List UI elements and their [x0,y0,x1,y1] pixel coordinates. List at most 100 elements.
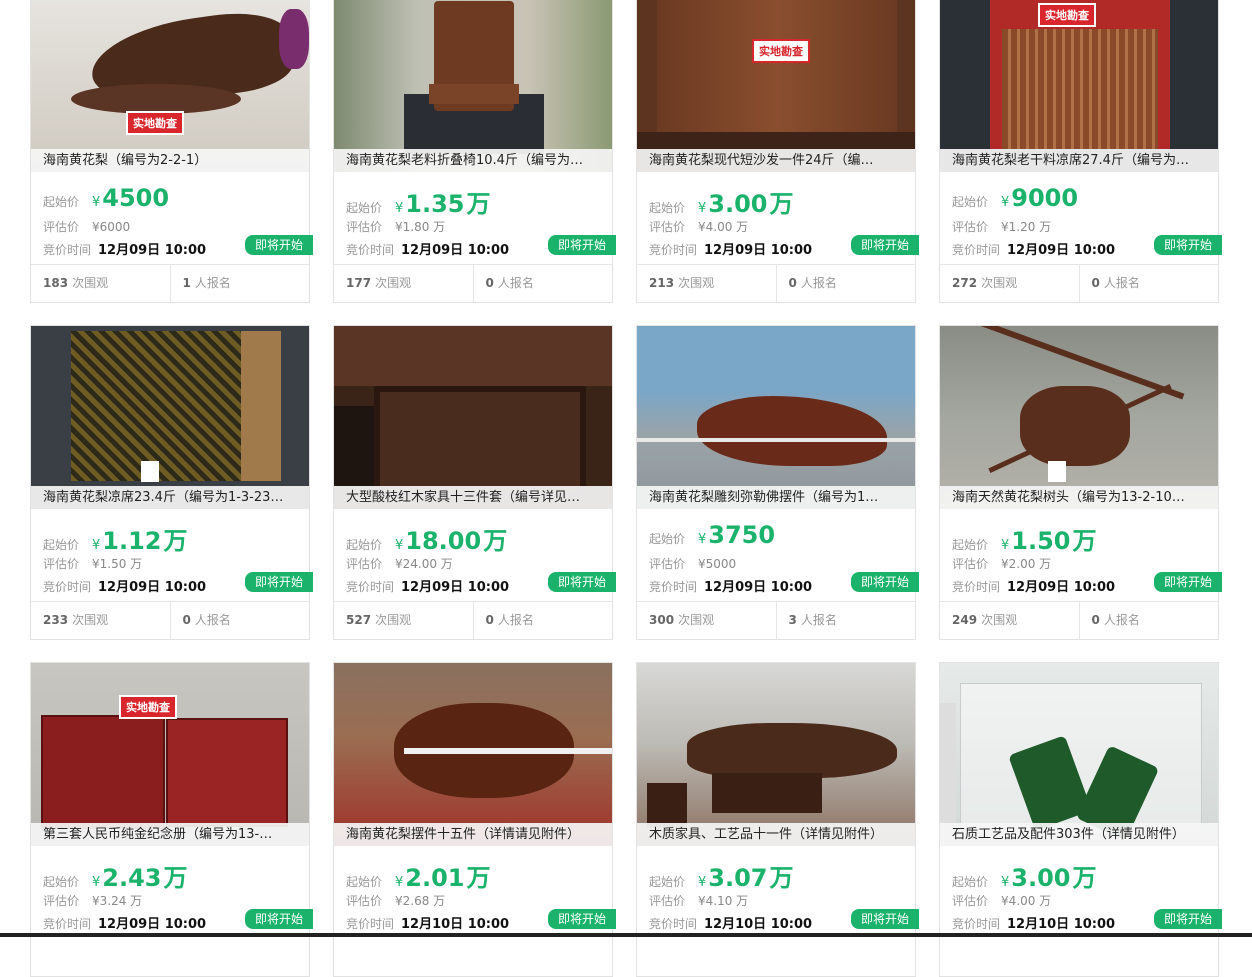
eval-price: ¥24.00 万 [395,557,453,571]
item-photo[interactable]: 海南天然黄花梨树头（编号为13-2-10… [940,326,1218,509]
auction-card[interactable]: 实地勘查 海南黄花梨老干料凉席27.4斤（编号为… 起始价 ¥9000 评估价 ¥1… [939,0,1222,303]
auction-card[interactable]: 海南黄花梨摆件十五件（详情请见附件） 起始价 ¥2.01万 评估价 ¥2.68 万 … [333,662,616,977]
item-title[interactable]: 木质家具、工艺品十一件（详情见附件） [637,823,915,846]
status-badge[interactable]: 即将开始 [547,909,616,929]
item-title[interactable]: 海南黄花梨凉席23.4斤（编号为1-3-23… [31,486,309,509]
signups-count: 0 人报名 [1091,276,1140,290]
signups-count: 0 人报名 [485,613,534,627]
start-price: 3750 [708,521,776,549]
bid-time: 12月10日 10:00 [1007,917,1116,932]
signups-count: 0 人报名 [1091,613,1140,627]
item-title[interactable]: 石质工艺品及配件303件（详情见附件） [940,823,1218,846]
item-photo[interactable]: 海南黄花梨凉席23.4斤（编号为1-3-23… [31,326,309,509]
item-title[interactable]: 海南黄花梨老料折叠椅10.4斤（编号为… [334,149,612,172]
start-price: 18.00 [405,527,482,555]
item-photo[interactable]: 木质家具、工艺品十一件（详情见附件） [637,663,915,846]
auction-card[interactable]: 大型酸枝红木家具十三件套（编号详见… 起始价 ¥18.00万 评估价 ¥24.00 … [333,325,616,640]
item-title[interactable]: 海南黄花梨雕刻弥勒佛摆件（编号为1… [637,486,915,509]
tag-label [1048,461,1066,482]
card-stats: 272 次围观 0 人报名 [940,264,1218,302]
eval-price-row: 评估价 ¥6000 [43,220,131,234]
eval-price: ¥1.80 万 [395,220,446,234]
item-title[interactable]: 海南黄花梨老干料凉席27.4斤（编号为… [940,149,1218,172]
onsite-inspection-sign: 实地勘查 [126,111,184,135]
item-photo[interactable]: 海南黄花梨雕刻弥勒佛摆件（编号为1… [637,326,915,509]
item-photo[interactable]: 海南黄花梨老料折叠椅10.4斤（编号为… [334,0,612,172]
bid-time: 12月09日 10:00 [1007,580,1116,595]
item-photo[interactable]: 大型酸枝红木家具十三件套（编号详见… [334,326,612,509]
views-count: 300 次围观 [637,602,777,639]
views-count: 177 次围观 [334,265,474,302]
onsite-inspection-sign: 实地勘查 [119,695,177,719]
start-price: 4500 [102,184,170,212]
onsite-inspection-sign: 实地勘查 [1038,3,1096,27]
eval-price: ¥2.68 万 [395,894,446,908]
views-count: 213 次围观 [637,265,777,302]
auction-card[interactable]: 实地勘查 海南黄花梨（编号为2-2-1） 起始价 ¥4500 评估价 ¥6000 竞… [30,0,313,303]
item-title[interactable]: 海南黄花梨（编号为2-2-1） [31,149,309,172]
signups-count: 0 人报名 [182,613,231,627]
auction-card[interactable]: 石质工艺品及配件303件（详情见附件） 起始价 ¥3.00万 评估价 ¥4.00 万… [939,662,1222,977]
onsite-inspection-sign: 实地勘查 [752,39,810,63]
bid-time: 12月10日 10:00 [704,917,813,932]
item-photo[interactable]: 海南黄花梨摆件十五件（详情请见附件） [334,663,612,846]
auction-card[interactable]: 海南黄花梨老料折叠椅10.4斤（编号为… 起始价 ¥1.35万 评估价 ¥1.80 … [333,0,616,303]
item-photo[interactable]: 石质工艺品及配件303件（详情见附件） [940,663,1218,846]
eval-price: ¥4.00 万 [698,220,749,234]
status-badge[interactable]: 即将开始 [244,909,313,929]
status-badge[interactable]: 即将开始 [1153,572,1222,592]
eval-price: ¥6000 [92,220,131,234]
start-price: 1.12 [102,527,162,555]
card-stats: 183 次围观 1 人报名 [31,264,309,302]
bid-time: 12月09日 10:00 [704,580,813,595]
item-photo[interactable]: 实地勘查 海南黄花梨老干料凉席27.4斤（编号为… [940,0,1218,172]
auction-card[interactable]: 海南黄花梨凉席23.4斤（编号为1-3-23… 起始价 ¥1.12万 评估价 ¥1.… [30,325,313,640]
start-price-row: 起始价 ¥4500 [43,184,170,212]
status-badge[interactable]: 即将开始 [1153,235,1222,255]
start-price: 3.07 [708,864,768,892]
auction-card[interactable]: 实地勘查 第三套人民币纯金纪念册（编号为13-… 起始价 ¥2.43万 评估价 ¥3… [30,662,313,977]
status-badge[interactable]: 即将开始 [244,235,313,255]
item-photo[interactable]: 实地勘查 海南黄花梨（编号为2-2-1） [31,0,309,172]
item-photo[interactable]: 实地勘查 第三套人民币纯金纪念册（编号为13-… [31,663,309,846]
auction-card[interactable]: 实地勘查 海南黄花梨现代短沙发一件24斤（编… 起始价 ¥3.00万 评估价 ¥4.… [636,0,919,303]
auction-card[interactable]: 木质家具、工艺品十一件（详情见附件） 起始价 ¥3.07万 评估价 ¥4.10 万 … [636,662,919,977]
item-title[interactable]: 海南黄花梨现代短沙发一件24斤（编… [637,149,915,172]
eval-price: ¥1.50 万 [92,557,143,571]
bottom-edge [0,933,1252,937]
bid-time: 12月09日 10:00 [401,243,510,258]
eval-price: ¥1.20 万 [1001,220,1052,234]
signups-count: 0 人报名 [788,276,837,290]
status-badge[interactable]: 即将开始 [850,909,919,929]
eval-price: ¥4.10 万 [698,894,749,908]
eval-price: ¥2.00 万 [1001,557,1052,571]
status-badge[interactable]: 即将开始 [244,572,313,592]
start-price: 1.35 [405,190,465,218]
status-badge[interactable]: 即将开始 [547,235,616,255]
views-count: 249 次围观 [940,602,1080,639]
auction-card[interactable]: 海南天然黄花梨树头（编号为13-2-10… 起始价 ¥1.50万 评估价 ¥2.00… [939,325,1222,640]
start-price: 2.01 [405,864,465,892]
start-price: 2.43 [102,864,162,892]
card-stats: 527 次围观 0 人报名 [334,601,612,639]
item-title[interactable]: 大型酸枝红木家具十三件套（编号详见… [334,486,612,509]
item-title[interactable]: 第三套人民币纯金纪念册（编号为13-… [31,823,309,846]
auction-grid: 实地勘查 海南黄花梨（编号为2-2-1） 起始价 ¥4500 评估价 ¥6000 竞… [30,0,1222,977]
item-title[interactable]: 海南天然黄花梨树头（编号为13-2-10… [940,486,1218,509]
status-badge[interactable]: 即将开始 [547,572,616,592]
auction-card[interactable]: 海南黄花梨雕刻弥勒佛摆件（编号为1… 起始价 ¥3750 评估价 ¥5000 竞价时… [636,325,919,640]
item-title[interactable]: 海南黄花梨摆件十五件（详情请见附件） [334,823,612,846]
status-badge[interactable]: 即将开始 [850,572,919,592]
card-stats: 300 次围观 3 人报名 [637,601,915,639]
eval-price: ¥4.00 万 [1001,894,1052,908]
status-badge[interactable]: 即将开始 [1153,909,1222,929]
card-stats: 249 次围观 0 人报名 [940,601,1218,639]
views-count: 272 次围观 [940,265,1080,302]
item-photo[interactable]: 实地勘查 海南黄花梨现代短沙发一件24斤（编… [637,0,915,172]
status-badge[interactable]: 即将开始 [850,235,919,255]
bid-time: 12月09日 10:00 [98,917,207,932]
eval-price: ¥5000 [698,557,737,571]
bid-time: 12月09日 10:00 [1007,243,1116,258]
signups-count: 0 人报名 [485,276,534,290]
signups-count: 3 人报名 [788,613,837,627]
